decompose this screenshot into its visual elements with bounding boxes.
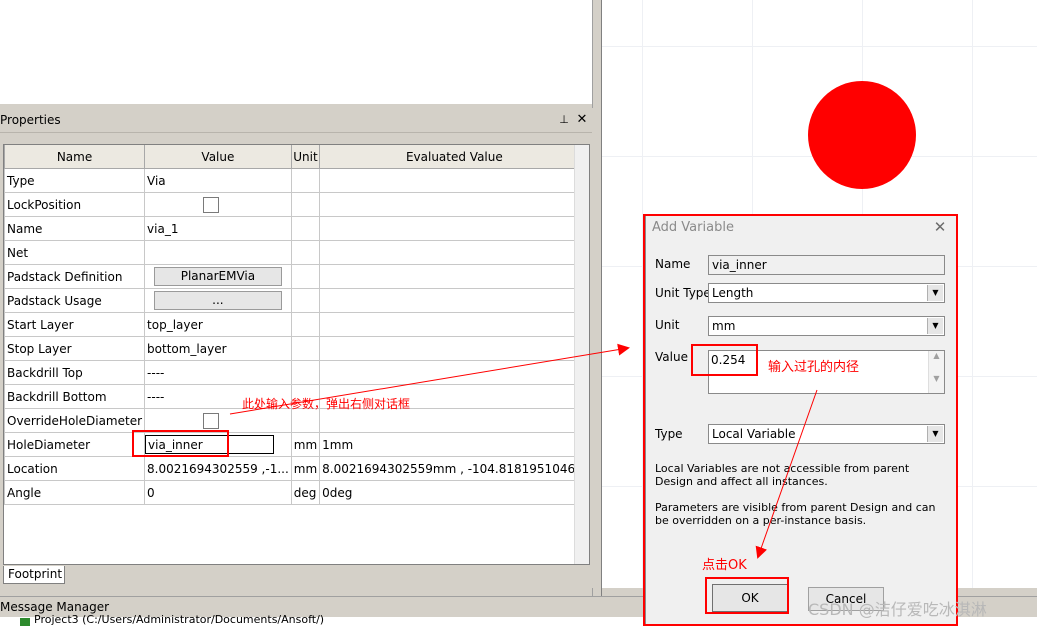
annotation-arrows: [229, 343, 818, 559]
annotation-value-note: 输入过孔的内径: [768, 360, 860, 375]
arrow-to-ok: [755, 389, 818, 559]
annotation-hole-note: 此处输入参数，弹出右侧对话框: [242, 397, 411, 411]
annotation-ok-note: 点击OK: [702, 558, 747, 573]
watermark: CSDN @洁仔爱吃冰淇淋: [808, 600, 987, 619]
